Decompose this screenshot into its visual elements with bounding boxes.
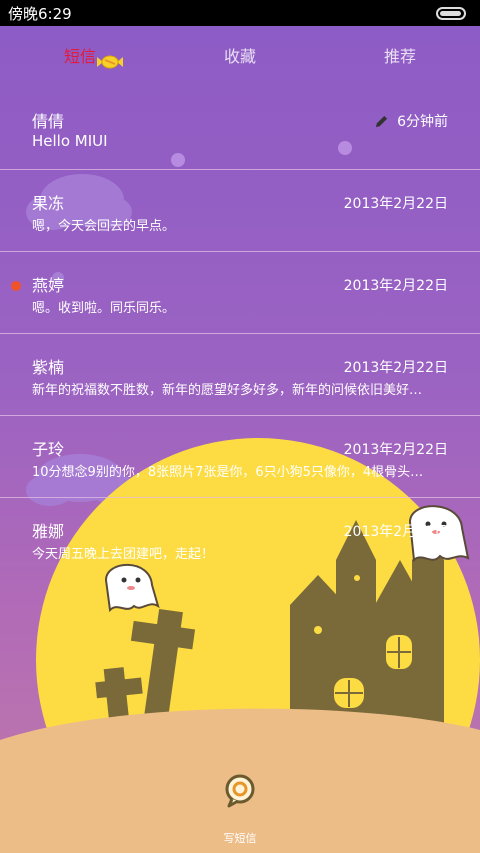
tab-label: 短信 [63,47,96,66]
draft-pencil-icon [375,115,388,127]
contact-name: 果冻 [32,194,65,213]
castle-window-icon [314,575,412,708]
tab-label: 推荐 [383,47,416,66]
message-preview: Hello MIUI [32,132,108,150]
grave-cross-icon [130,608,196,742]
conversation-list: 倩倩 6分钟前 Hello MIUI 果冻 2013年2月22日 嗯，今天会回去… [0,88,480,580]
message-preview: 新年的祝福数不胜数，新年的愿望好多好多，新年的问候依旧美好… [32,383,423,398]
conversation-row[interactable]: 雅娜 2013年2月22日 今天周五晚上去团建吧，走起！ [0,498,480,580]
conversation-row[interactable]: 果冻 2013年2月22日 嗯，今天会回去的早点。 [0,170,480,252]
tab-messages[interactable]: 短信 [0,26,160,88]
candy-icon [97,55,123,69]
compose-message-icon[interactable] [222,772,258,808]
contact-name: 紫楠 [32,358,65,377]
conversation-row[interactable]: 紫楠 2013年2月22日 新年的祝福数不胜数，新年的愿望好多好多，新年的问候依… [0,334,480,416]
message-preview: 今天周五晚上去团建吧，走起！ [32,547,215,562]
message-time: 6分钟前 [374,111,448,131]
battery-icon [436,6,466,20]
message-time: 2013年2月22日 [343,442,448,458]
status-time: 傍晚6:29 [8,4,72,23]
contact-name: 雅娜 [32,522,65,541]
conversation-row[interactable]: 燕婷 2013年2月22日 嗯。收到啦。同乐同乐。 [0,252,480,334]
contact-name: 倩倩 [32,112,65,131]
contact-name: 燕婷 [32,276,65,295]
tab-bar: 短信 收藏 推荐 [0,26,480,88]
message-time: 2013年2月22日 [343,360,448,376]
conversation-row[interactable]: 子玲 2013年2月22日 10分想念9别的你，8张照片7张是你，6只小狗5只像… [0,416,480,498]
compose-label[interactable]: 写短信 [0,830,480,846]
grave-cross-icon [95,667,143,759]
message-preview: 嗯。收到啦。同乐同乐。 [32,301,176,316]
message-time: 2013年2月22日 [343,278,448,294]
tab-recommended[interactable]: 推荐 [320,26,480,88]
status-bar: 傍晚6:29 [0,0,480,26]
contact-name: 子玲 [32,440,65,459]
message-preview: 嗯，今天会回去的早点。 [32,219,176,234]
message-time-text: 6分钟前 [397,114,448,130]
message-preview: 10分想念9别的你，8张照片7张是你，6只小狗5只像你，4根骨头… [32,465,424,480]
castle-window-frame [335,637,411,707]
conversation-row[interactable]: 倩倩 6分钟前 Hello MIUI [0,88,480,170]
unread-dot-icon [11,281,21,291]
message-time: 2013年2月22日 [343,524,448,540]
tab-favorites[interactable]: 收藏 [160,26,320,88]
tab-label: 收藏 [223,47,256,66]
message-time: 2013年2月22日 [343,196,448,212]
